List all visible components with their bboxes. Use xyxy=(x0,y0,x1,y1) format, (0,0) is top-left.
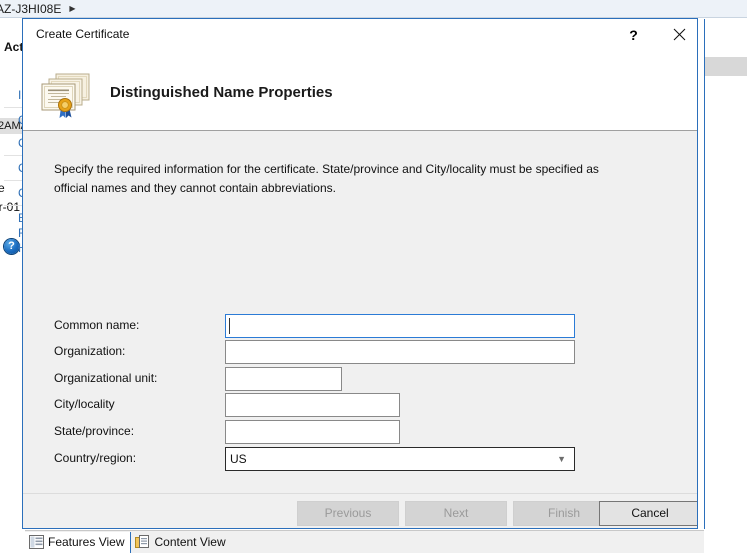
label-state-province: State/province: xyxy=(54,424,135,438)
help-glyph: ? xyxy=(629,26,638,43)
label-country-region: Country/region: xyxy=(54,451,137,465)
cancel-button[interactable]: Cancel xyxy=(599,501,697,526)
organization-input[interactable] xyxy=(225,340,575,364)
state-province-input[interactable] xyxy=(225,420,400,444)
dialog-title: Create Certificate xyxy=(36,27,130,41)
close-icon[interactable] xyxy=(657,19,697,50)
country-region-select[interactable]: US ▼ xyxy=(225,447,575,471)
common-name-input[interactable] xyxy=(225,314,575,338)
close-x-glyph xyxy=(673,28,686,41)
tab-features-view-label: Features View xyxy=(48,535,125,549)
dialog-titlebar: Create Certificate ? xyxy=(23,19,697,51)
text-caret xyxy=(229,318,230,334)
organizational-unit-input[interactable] xyxy=(225,367,342,391)
tab-content-view[interactable]: Content View xyxy=(131,532,231,553)
content-view-icon xyxy=(135,535,150,548)
previous-button[interactable]: Previous xyxy=(297,501,399,526)
next-button[interactable]: Next xyxy=(405,501,507,526)
dialog-footer: Previous Next Finish Cancel xyxy=(23,493,697,528)
tab-content-view-label: Content View xyxy=(154,535,226,549)
certificate-stack-icon xyxy=(41,73,90,118)
city-locality-input[interactable] xyxy=(225,393,400,417)
triangle-right-icon[interactable]: ▶ xyxy=(69,4,75,13)
help-question-icon[interactable]: ? xyxy=(611,19,656,50)
breadcrumb-bar[interactable]: AZ-J3HI08E ▶ xyxy=(0,0,747,18)
dialog-header-banner: Distinguished Name Properties xyxy=(23,51,697,131)
tree-item-partial-1[interactable]: e xyxy=(0,181,5,195)
country-region-value: US xyxy=(230,452,247,466)
instruction-text: Specify the required information for the… xyxy=(54,162,599,195)
label-city-locality: City/locality xyxy=(54,397,115,411)
chevron-down-icon[interactable]: ▼ xyxy=(557,448,566,470)
label-organization: Organization: xyxy=(54,344,126,358)
dialog-heading: Distinguished Name Properties xyxy=(110,84,333,101)
actions-pane-header xyxy=(705,57,747,76)
tab-features-view[interactable]: Features View xyxy=(25,531,132,553)
create-certificate-dialog: Create Certificate ? Distinguished Name … xyxy=(22,18,698,529)
label-common-name: Common name: xyxy=(54,318,140,332)
dialog-body-spacer xyxy=(23,474,697,493)
view-tab-strip: Features View Content View xyxy=(25,530,704,553)
actions-pane xyxy=(704,19,747,529)
breadcrumb-path[interactable]: AZ-J3HI08E xyxy=(0,2,61,16)
tree-item-partial-2[interactable]: ver-01 xyxy=(0,200,20,214)
label-organizational-unit: Organizational unit: xyxy=(54,371,158,385)
dialog-body: Specify the required information for the… xyxy=(23,132,697,474)
help-circle-icon[interactable]: ? xyxy=(4,239,19,254)
features-view-icon xyxy=(29,535,44,549)
